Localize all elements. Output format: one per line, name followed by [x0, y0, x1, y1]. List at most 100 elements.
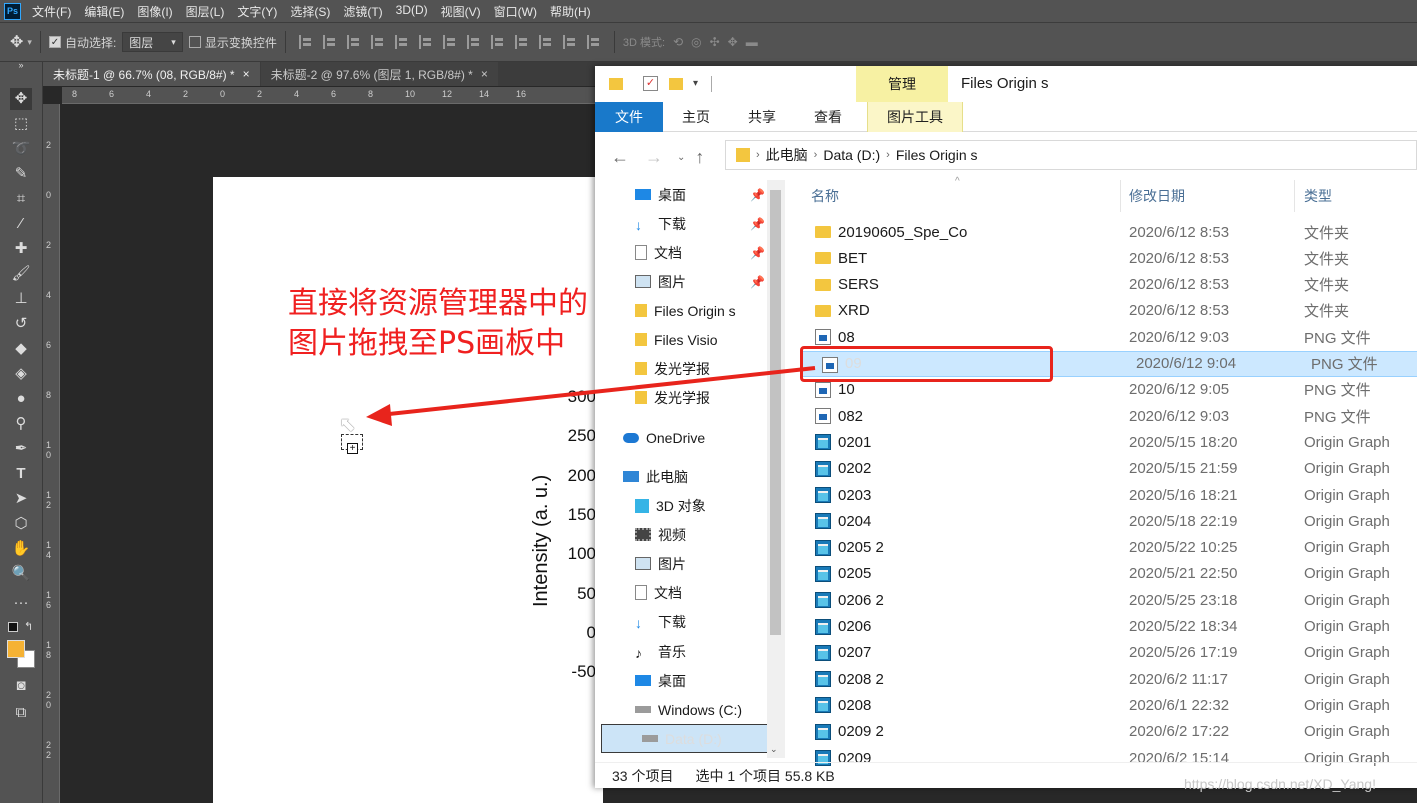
nav-item[interactable]: 文档: [595, 578, 767, 607]
file-row[interactable]: SERS 2020/6/12 8:53 文件夹: [795, 272, 1417, 298]
menu-item[interactable]: 窗口(W): [494, 3, 537, 20]
forward-arrow-icon[interactable]: →: [645, 147, 663, 168]
align-top-icon[interactable]: [298, 35, 313, 49]
crop-tool-icon[interactable]: ⌗: [10, 188, 32, 210]
up-arrow-icon[interactable]: ↑: [695, 147, 704, 168]
menu-item[interactable]: 选择(S): [290, 3, 330, 20]
align-hcenter-icon[interactable]: [394, 35, 409, 49]
brush-tool-icon[interactable]: 🖌: [10, 263, 32, 285]
marquee-tool-icon[interactable]: ⬚: [10, 113, 32, 135]
menu-item[interactable]: 文字(Y): [237, 3, 277, 20]
nav-item[interactable]: Windows (C:): [595, 695, 767, 724]
nav-item[interactable]: 桌面 📌: [595, 180, 767, 209]
file-row[interactable]: 0208 2020/6/1 22:32 Origin Graph: [795, 692, 1417, 718]
file-row[interactable]: 0201 2020/5/15 18:20 Origin Graph: [795, 429, 1417, 455]
scroll-down-icon[interactable]: ⌄: [770, 744, 778, 755]
nav-item[interactable]: Data (D:): [601, 724, 773, 753]
menu-item[interactable]: 3D(D): [396, 3, 428, 20]
move-tool-icon[interactable]: ✥: [10, 32, 23, 52]
default-colors-icon[interactable]: [8, 622, 18, 632]
file-row[interactable]: 0206 2020/5/22 18:34 Origin Graph: [795, 614, 1417, 640]
nav-scrollbar-thumb[interactable]: [770, 190, 781, 635]
address-bar[interactable]: › 此电脑 › Data (D:) › Files Origin s: [725, 140, 1417, 170]
quick-select-tool-icon[interactable]: ✎: [10, 163, 32, 185]
history-brush-tool-icon[interactable]: ↺: [10, 313, 32, 335]
screen-mode-icon[interactable]: ⧉: [10, 702, 32, 724]
3d-orbit-icon[interactable]: ⟲: [673, 35, 683, 49]
zoom-tool-icon[interactable]: 🔍: [10, 563, 32, 585]
show-transform-checkbox[interactable]: [188, 36, 201, 48]
nav-item[interactable]: ♪ 音乐: [595, 637, 767, 666]
hand-tool-icon[interactable]: ✋: [10, 538, 32, 560]
distribute-top-icon[interactable]: [442, 35, 457, 49]
clone-stamp-tool-icon[interactable]: ⊥: [10, 288, 32, 310]
dodge-tool-icon[interactable]: ⚲: [10, 413, 32, 435]
column-separator[interactable]: [1294, 180, 1295, 212]
nav-item[interactable]: ↓ 下载: [595, 607, 767, 636]
blur-tool-icon[interactable]: ●: [10, 388, 32, 410]
move-tool-icon[interactable]: ✥: [10, 88, 32, 110]
file-row[interactable]: 0209 2 2020/6/2 17:22 Origin Graph: [795, 719, 1417, 745]
nav-item[interactable]: 文档 📌: [595, 238, 767, 267]
file-row[interactable]: BET 2020/6/12 8:53 文件夹: [795, 245, 1417, 271]
doc-tab-2[interactable]: 未标题-2 @ 97.6% (图层 1, RGB/8#) * ×: [260, 62, 498, 86]
align-vcenter-icon[interactable]: [322, 35, 337, 49]
type-tool-icon[interactable]: T: [10, 463, 32, 485]
file-row[interactable]: 082 2020/6/12 9:03 PNG 文件: [795, 403, 1417, 429]
nav-item[interactable]: ↓ 下载 📌: [595, 209, 767, 238]
file-row[interactable]: XRD 2020/6/12 8:53 文件夹: [795, 298, 1417, 324]
file-row[interactable]: 0203 2020/5/16 18:21 Origin Graph: [795, 482, 1417, 508]
file-row[interactable]: 0206 2 2020/5/25 23:18 Origin Graph: [795, 587, 1417, 613]
file-row[interactable]: 0205 2 2020/5/22 10:25 Origin Graph: [795, 535, 1417, 561]
auto-select-checkbox[interactable]: ✓: [48, 36, 61, 48]
distribute-vcenter-icon[interactable]: [466, 35, 481, 49]
file-row[interactable]: 0208 2 2020/6/2 11:17 Origin Graph: [795, 666, 1417, 692]
align-left-icon[interactable]: [370, 35, 385, 49]
tab-home[interactable]: 主页: [663, 102, 729, 132]
file-row[interactable]: 0202 2020/5/15 21:59 Origin Graph: [795, 456, 1417, 482]
close-icon[interactable]: ×: [243, 67, 250, 81]
swap-colors-icon[interactable]: ↰: [24, 620, 33, 633]
pen-tool-icon[interactable]: ✒: [10, 438, 32, 460]
nav-item[interactable]: 视频: [595, 520, 767, 549]
eyedropper-tool-icon[interactable]: ⁄: [10, 213, 32, 235]
back-arrow-icon[interactable]: ←: [611, 147, 629, 168]
align-right-icon[interactable]: [418, 35, 433, 49]
manage-context-tab[interactable]: 管理: [856, 66, 948, 102]
menu-item[interactable]: 编辑(E): [84, 3, 124, 20]
tab-view[interactable]: 查看: [795, 102, 861, 132]
nav-item[interactable]: Files Origin s: [595, 296, 767, 325]
properties-icon[interactable]: ✓: [643, 76, 658, 91]
artboard[interactable]: 300 250 200 150 100 50 0 -50 Intensity (a. u.): [213, 177, 603, 803]
column-separator[interactable]: [1120, 180, 1121, 212]
3d-scale-icon[interactable]: ▬: [746, 35, 758, 49]
nav-item[interactable]: 发光学报: [595, 383, 767, 412]
column-date[interactable]: 修改日期: [1129, 180, 1185, 212]
distribute-hcenter-icon[interactable]: [538, 35, 553, 49]
pin-icon[interactable]: 📌: [750, 275, 765, 289]
nav-item[interactable]: 此电脑: [595, 462, 767, 491]
distribute-bottom-icon[interactable]: [490, 35, 505, 49]
menu-item[interactable]: 帮助(H): [550, 3, 591, 20]
lasso-tool-icon[interactable]: ➰: [10, 138, 32, 160]
nav-item[interactable]: 图片: [595, 549, 767, 578]
healing-brush-tool-icon[interactable]: ✚: [10, 238, 32, 260]
tab-picture-tools[interactable]: 图片工具: [867, 101, 963, 132]
pin-icon[interactable]: 📌: [750, 246, 765, 260]
nav-item[interactable]: 桌面: [595, 666, 767, 695]
nav-item[interactable]: 图片 📌: [595, 267, 767, 296]
nav-item[interactable]: 发光学报: [595, 354, 767, 383]
menu-item[interactable]: 图像(I): [137, 3, 172, 20]
shape-tool-icon[interactable]: ⬡: [10, 513, 32, 535]
path-select-tool-icon[interactable]: ➤: [10, 488, 32, 510]
breadcrumb-this-pc[interactable]: 此电脑: [766, 145, 808, 165]
file-row[interactable]: 20190605_Spe_Co 2020/6/12 8:53 文件夹: [795, 219, 1417, 245]
auto-select-dropdown[interactable]: 图层 ▾: [122, 32, 183, 52]
auto-align-icon[interactable]: [586, 35, 601, 49]
file-row[interactable]: 0207 2020/5/26 17:19 Origin Graph: [795, 640, 1417, 666]
menu-item[interactable]: 视图(V): [441, 3, 481, 20]
tab-share[interactable]: 共享: [729, 102, 795, 132]
nav-item[interactable]: 3D 对象: [595, 491, 767, 520]
paint-bucket-tool-icon[interactable]: ◈: [10, 363, 32, 385]
more-tools-icon[interactable]: ···: [10, 592, 32, 614]
